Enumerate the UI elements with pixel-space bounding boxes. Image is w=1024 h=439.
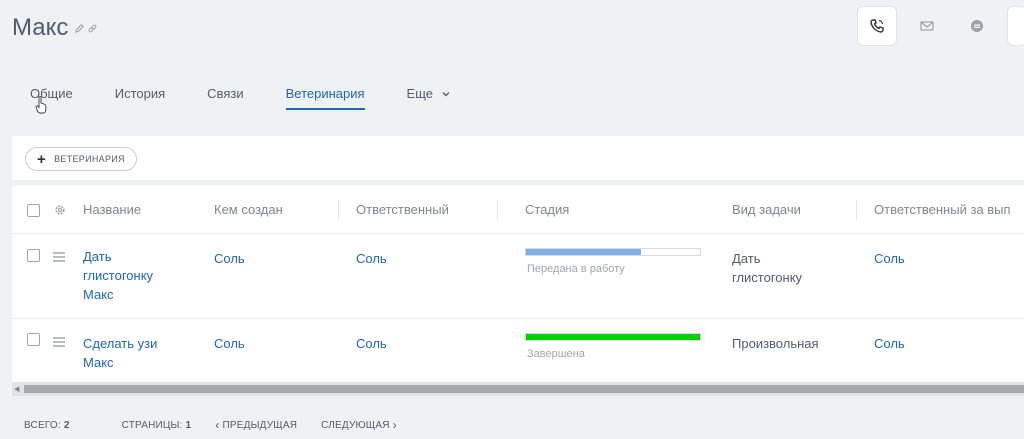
column-header-name[interactable]: Название bbox=[83, 202, 141, 217]
task-type-text: Дать глистогонку bbox=[732, 251, 803, 285]
task-type-text: Произвольная bbox=[732, 336, 819, 351]
task-name-link[interactable]: Сделать узи Макс bbox=[83, 334, 157, 372]
chevron-right-icon: › bbox=[392, 418, 397, 432]
grid-footer: ВСЕГО: 2 СТРАНИЦЫ: 1 ‹ ПРЕДЫДУЩАЯ СЛЕДУЮЩА… bbox=[24, 418, 421, 432]
column-separator[interactable] bbox=[497, 200, 498, 220]
drag-handle-icon[interactable] bbox=[53, 252, 65, 262]
table-row[interactable]: Дать глистогонку Макс Соль Соль Передана… bbox=[12, 235, 1024, 319]
prev-page-link[interactable]: ‹ ПРЕДЫДУЩАЯ bbox=[215, 418, 297, 432]
column-header-task-type[interactable]: Вид задачи bbox=[732, 202, 801, 217]
drag-handle-icon[interactable] bbox=[53, 337, 65, 347]
phone-icon bbox=[870, 19, 884, 33]
veterinary-grid: Название Кем создан Ответственный Стадия… bbox=[12, 186, 1024, 382]
page-title: Макс bbox=[12, 14, 69, 41]
chat-button[interactable] bbox=[957, 6, 997, 46]
created-by-link[interactable]: Соль bbox=[214, 334, 245, 353]
total-count: ВСЕГО: 2 bbox=[24, 419, 70, 431]
grid-header: Название Кем создан Ответственный Стадия… bbox=[12, 186, 1024, 234]
gear-icon[interactable] bbox=[53, 203, 67, 217]
tab-history[interactable]: История bbox=[115, 86, 165, 107]
stage-progress-bar[interactable] bbox=[525, 248, 701, 256]
executor-link[interactable]: Соль bbox=[874, 334, 905, 353]
next-page-link[interactable]: СЛЕДУЮЩАЯ › bbox=[321, 418, 397, 432]
chat-icon bbox=[971, 20, 983, 32]
add-veterinary-button[interactable]: + ВЕТЕРИНАРИЯ bbox=[25, 147, 137, 171]
row-checkbox[interactable] bbox=[27, 249, 40, 262]
select-all-checkbox[interactable] bbox=[27, 204, 40, 217]
responsible-link[interactable]: Соль bbox=[356, 334, 387, 353]
mail-icon bbox=[920, 21, 934, 31]
column-separator[interactable] bbox=[338, 200, 339, 220]
tab-more[interactable]: Еще bbox=[407, 86, 451, 107]
chevron-left-icon: ‹ bbox=[215, 418, 220, 432]
created-by-link[interactable]: Соль bbox=[214, 249, 245, 268]
scrollbar-thumb[interactable] bbox=[24, 385, 1024, 393]
column-header-stage[interactable]: Стадия bbox=[525, 202, 569, 217]
scroll-left-icon[interactable]: ◀ bbox=[14, 385, 19, 393]
stage-label: Передана в работу bbox=[527, 263, 625, 275]
contact-actions bbox=[857, 6, 1024, 46]
page-count: СТРАНИЦЫ: 1 bbox=[121, 419, 192, 431]
link-icon[interactable] bbox=[87, 23, 98, 34]
title-row: Макс bbox=[12, 14, 98, 42]
plus-icon: + bbox=[37, 150, 47, 168]
column-separator[interactable] bbox=[856, 200, 857, 220]
more-actions-button[interactable] bbox=[1007, 6, 1024, 46]
email-button[interactable] bbox=[907, 6, 947, 46]
call-button[interactable] bbox=[857, 6, 897, 46]
column-header-created-by[interactable]: Кем создан bbox=[214, 202, 283, 217]
stage-progress-fill bbox=[526, 249, 641, 255]
pencil-icon[interactable] bbox=[74, 23, 85, 34]
toolbar-panel: + ВЕТЕРИНАРИЯ bbox=[12, 136, 1024, 180]
row-checkbox[interactable] bbox=[27, 333, 40, 346]
stage-progress-fill bbox=[526, 334, 700, 340]
responsible-link[interactable]: Соль bbox=[356, 249, 387, 268]
stage-progress-bar[interactable] bbox=[525, 333, 701, 341]
chevron-down-icon bbox=[442, 91, 450, 96]
table-row[interactable]: Сделать узи Макс Соль Соль Завершена Про… bbox=[12, 320, 1024, 382]
tab-relations[interactable]: Связи bbox=[207, 86, 243, 107]
entity-tabs: Общие История Связи Ветеринария Еще bbox=[30, 86, 493, 110]
tab-veterinary[interactable]: Ветеринария bbox=[285, 86, 365, 110]
column-header-responsible[interactable]: Ответственный bbox=[356, 202, 449, 217]
executor-link[interactable]: Соль bbox=[874, 249, 905, 268]
column-header-executor[interactable]: Ответственный за вып bbox=[874, 202, 1011, 217]
task-name-link[interactable]: Дать глистогонку Макс bbox=[83, 247, 153, 304]
stage-label: Завершена bbox=[527, 348, 585, 360]
mouse-cursor-icon bbox=[35, 96, 47, 114]
horizontal-scrollbar[interactable]: ◀ bbox=[12, 382, 1024, 396]
